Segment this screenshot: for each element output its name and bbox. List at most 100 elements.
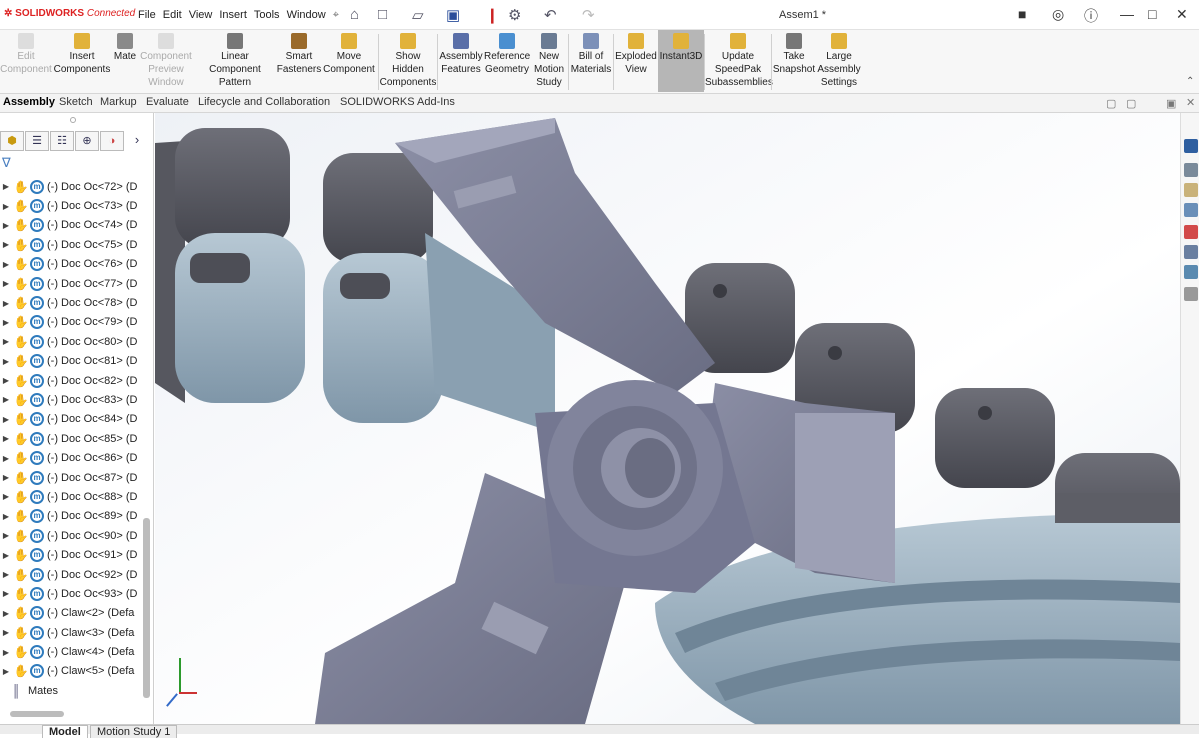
expand-arrow-icon[interactable]: ▶ xyxy=(0,337,12,346)
doc-close-icon[interactable]: ✕ xyxy=(1186,96,1195,109)
tree-item[interactable]: ▶ ✋ m (-) Doc Oc<88> (D xyxy=(0,487,145,506)
expand-arrow-icon[interactable]: ▶ xyxy=(0,415,12,424)
tree-item[interactable]: ▶ ✋ m (-) Doc Oc<93> (D xyxy=(0,584,145,603)
command-prompt-icon[interactable]: ■ xyxy=(1018,6,1026,22)
tree-item[interactable]: ▶ ✋ m (-) Doc Oc<90> (D xyxy=(0,526,145,545)
options-gear-icon[interactable]: ⚙ xyxy=(508,6,521,24)
tree-item[interactable]: ▶ ✋ m (-) Doc Oc<74> (D xyxy=(0,216,145,235)
exploded-view-button[interactable]: Exploded View xyxy=(614,30,658,92)
tree-item[interactable]: ▶ ✋ m (-) Doc Oc<87> (D xyxy=(0,468,145,487)
tree-item[interactable]: ▶ ✋ m (-) Doc Oc<78> (D xyxy=(0,293,145,312)
expand-arrow-icon[interactable]: ▶ xyxy=(0,628,12,637)
tree-item[interactable]: ▶ ✋ m (-) Doc Oc<80> (D xyxy=(0,332,145,351)
linear-pattern-button[interactable]: Linear Component Pattern xyxy=(194,30,276,92)
new-motion-study-button[interactable]: New Motion Study xyxy=(530,30,568,92)
tree-item[interactable]: ▶ ✋ m (-) Doc Oc<81> (D xyxy=(0,352,145,371)
large-assembly-settings-button[interactable]: Large Assembly Settings xyxy=(816,30,862,92)
instant3d-button[interactable]: Instant3D xyxy=(658,30,704,92)
take-snapshot-button[interactable]: Take Snapshot xyxy=(772,30,816,92)
expand-arrow-icon[interactable]: ▶ xyxy=(0,551,12,560)
expand-arrow-icon[interactable]: ▶ xyxy=(0,395,12,404)
appearances-icon[interactable] xyxy=(1184,225,1198,239)
tree-item[interactable]: ▶ ✋ m (-) Doc Oc<83> (D xyxy=(0,390,145,409)
expand-arrow-icon[interactable]: ▶ xyxy=(0,221,12,230)
menu-window[interactable]: Window xyxy=(287,9,326,22)
menu-edit[interactable]: Edit xyxy=(163,9,182,22)
expand-arrow-icon[interactable]: ▶ xyxy=(0,299,12,308)
expand-arrow-icon[interactable]: ▶ xyxy=(0,648,12,657)
undo-icon[interactable]: ↶ xyxy=(544,6,557,24)
expand-arrow-icon[interactable]: ▶ xyxy=(0,512,12,521)
redo-icon[interactable]: ↷ xyxy=(582,6,595,24)
user-account-icon[interactable]: ◎ xyxy=(1052,6,1064,23)
tree-item[interactable]: ▶ ✋ m (-) Doc Oc<73> (D xyxy=(0,196,145,215)
home-icon[interactable]: ⌂ xyxy=(350,6,359,23)
recycle-bin-icon[interactable] xyxy=(1184,287,1198,301)
tree-item[interactable]: ▶ ✋ m (-) Doc Oc<72> (D xyxy=(0,177,145,196)
design-library-icon[interactable] xyxy=(1184,163,1198,177)
collapse-ribbon-icon[interactable]: ⌃ xyxy=(1186,76,1194,87)
expand-arrow-icon[interactable]: ▶ xyxy=(0,279,12,288)
tree-item[interactable]: ▶ ✋ m (-) Doc Oc<85> (D xyxy=(0,429,145,448)
expand-arrow-icon[interactable]: ▶ xyxy=(0,182,12,191)
tab-lifecycle[interactable]: Lifecycle and Collaboration xyxy=(195,96,333,108)
close-icon[interactable]: ✕ xyxy=(1176,6,1188,23)
tree-horizontal-scrollbar[interactable] xyxy=(10,711,64,717)
tree-item[interactable]: ▶ ✋ m (-) Claw<5> (Defa xyxy=(0,662,145,681)
tab-assembly[interactable]: Assembly xyxy=(0,96,58,108)
reference-geometry-button[interactable]: Reference Geometry xyxy=(484,30,530,92)
tree-item[interactable]: ▶ ✋ m (-) Doc Oc<75> (D xyxy=(0,235,145,254)
tab-evaluate[interactable]: Evaluate xyxy=(143,96,192,108)
tab-model[interactable]: Model xyxy=(42,725,88,738)
display-manager-tab-icon[interactable]: ◑ xyxy=(100,131,124,151)
tree-item[interactable]: ▶ ✋ m (-) Doc Oc<86> (D xyxy=(0,448,145,467)
panel-handle[interactable] xyxy=(70,117,76,123)
save-icon[interactable]: ▣ xyxy=(446,6,460,24)
tree-item[interactable]: ▶ ✋ m (-) Claw<3> (Defa xyxy=(0,623,145,642)
expand-arrow-icon[interactable]: ▶ xyxy=(0,531,12,540)
configuration-manager-tab-icon[interactable]: ☷ xyxy=(50,131,74,151)
menu-insert[interactable]: Insert xyxy=(219,9,247,22)
tree-vertical-scrollbar[interactable] xyxy=(143,518,150,698)
maximize-icon[interactable]: □ xyxy=(1148,6,1156,22)
tree-item[interactable]: ▶ ✋ m (-) Doc Oc<89> (D xyxy=(0,507,145,526)
component-preview-button[interactable]: Component Preview Window xyxy=(138,30,194,92)
forum-icon[interactable] xyxy=(1184,265,1198,279)
expand-arrow-icon[interactable]: ▶ xyxy=(0,609,12,618)
show-hidden-button[interactable]: Show Hidden Components xyxy=(379,30,437,92)
menu-tools[interactable]: Tools xyxy=(254,9,280,22)
open-icon[interactable]: ▱ xyxy=(412,6,424,24)
menu-view[interactable]: View xyxy=(189,9,213,22)
tree-item[interactable]: ▶ ✋ m (-) Claw<2> (Defa xyxy=(0,604,145,623)
doc-maximize-icon[interactable]: ▣ xyxy=(1166,97,1176,110)
expand-arrow-icon[interactable]: ▶ xyxy=(0,492,12,501)
file-explorer-icon[interactable] xyxy=(1184,183,1198,197)
smart-fasteners-button[interactable]: Smart Fasteners xyxy=(276,30,322,92)
feature-manager-tab-icon[interactable]: ⬢ xyxy=(0,131,24,151)
expand-arrow-icon[interactable]: ▶ xyxy=(0,589,12,598)
expand-arrow-icon[interactable]: ▶ xyxy=(0,260,12,269)
insert-components-button[interactable]: Insert Components xyxy=(52,30,112,92)
tab-sketch[interactable]: Sketch xyxy=(56,96,96,108)
solidworks-resources-icon[interactable] xyxy=(1184,139,1198,153)
property-manager-tab-icon[interactable]: ☰ xyxy=(25,131,49,151)
rebuild-icon[interactable]: ❙ xyxy=(486,6,499,24)
window-tile-icon[interactable]: ▢ xyxy=(1106,97,1116,110)
expand-arrow-icon[interactable]: ▶ xyxy=(0,318,12,327)
menu-file[interactable]: File xyxy=(138,9,156,22)
expand-arrow-icon[interactable]: ▶ xyxy=(0,473,12,482)
expand-arrow-icon[interactable]: ▶ xyxy=(0,357,12,366)
expand-arrow-icon[interactable]: ▶ xyxy=(0,240,12,249)
update-speedpak-button[interactable]: Update SpeedPak Subassemblies xyxy=(705,30,773,92)
tree-item[interactable]: ▶ ✋ m (-) Doc Oc<92> (D xyxy=(0,565,145,584)
help-icon[interactable]: ⓘ xyxy=(1084,6,1098,26)
view-palette-icon[interactable] xyxy=(1184,203,1198,217)
tree-item[interactable]: ▶ ✋ m (-) Doc Oc<82> (D xyxy=(0,371,145,390)
expand-arrow-icon[interactable]: ▶ xyxy=(0,667,12,676)
tab-addins[interactable]: SOLIDWORKS Add-Ins xyxy=(337,96,458,108)
filter-icon[interactable]: ∇ xyxy=(2,155,11,171)
tab-motion-study[interactable]: Motion Study 1 xyxy=(90,725,178,738)
tree-item[interactable]: ▶ ✋ m (-) Doc Oc<79> (D xyxy=(0,313,145,332)
bill-of-materials-button[interactable]: Bill of Materials xyxy=(569,30,613,92)
minimize-icon[interactable]: — xyxy=(1120,6,1134,22)
